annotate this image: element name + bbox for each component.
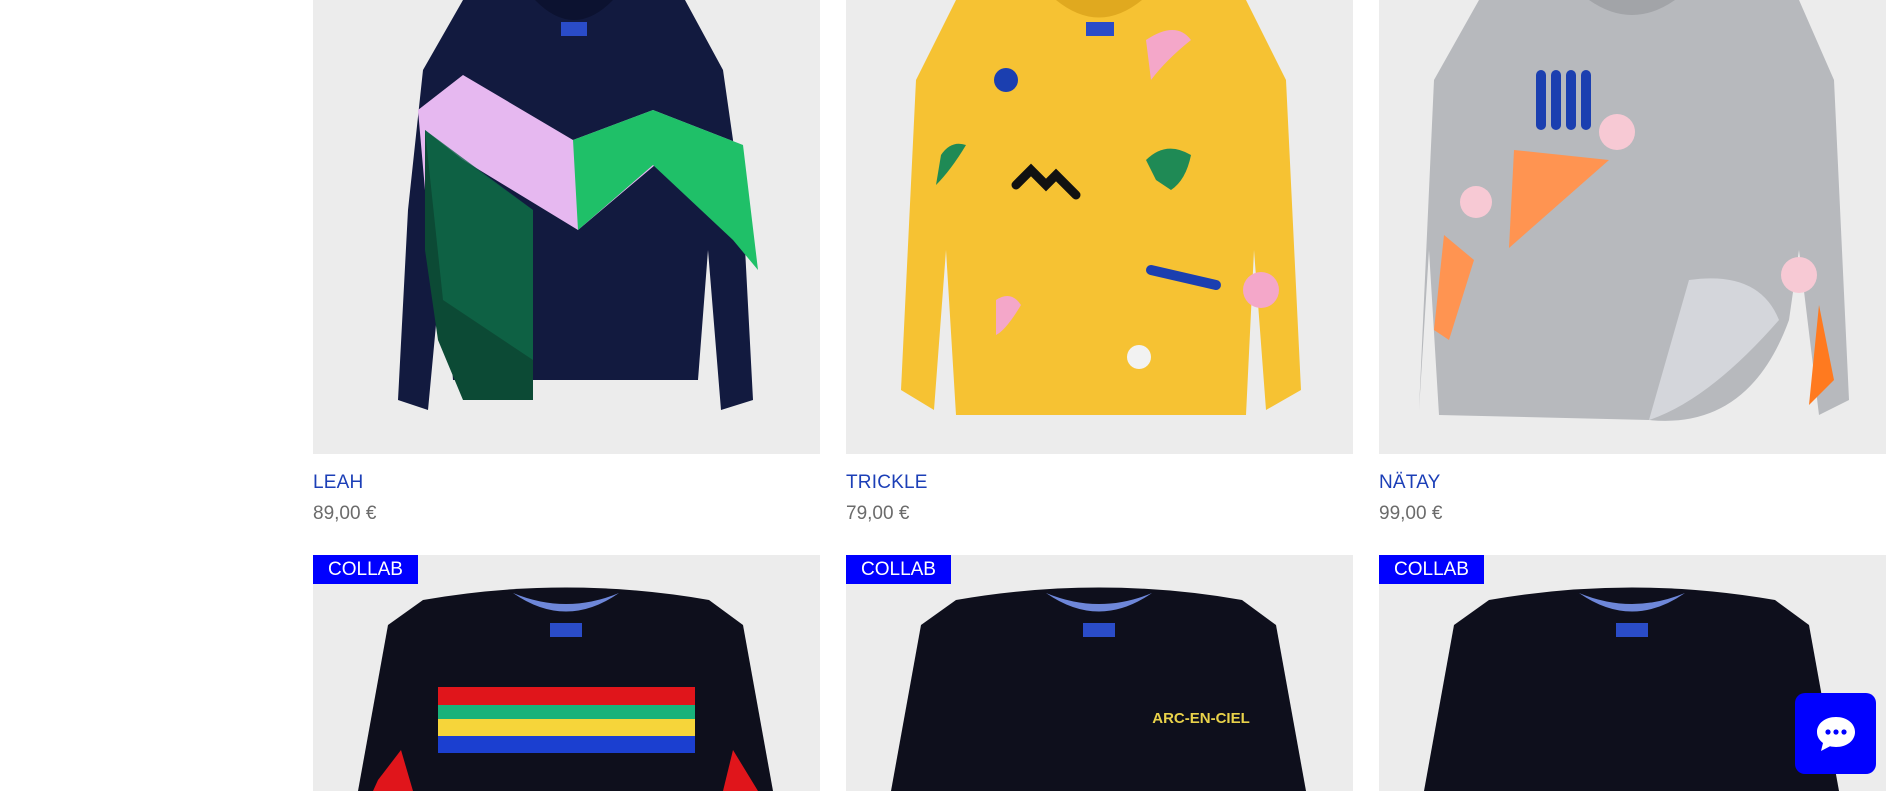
product-name[interactable]: NÄTAY (1379, 472, 1441, 494)
product-price: 79,00 € (846, 503, 910, 524)
product-image-collab-arc-en-ciel[interactable]: ARC-EN-CIEL (846, 555, 1353, 791)
embroidery-text: ARC-EN-CIEL (1152, 710, 1250, 727)
collab-ribbon: COLLAB (1379, 555, 1484, 584)
product-card-collab-stripes[interactable]: COLLAB (313, 555, 820, 791)
collab-ribbon: COLLAB (313, 555, 418, 584)
sweater-black-embroidered-image: ARC-EN-CIEL (891, 587, 1306, 791)
product-card-trickle[interactable]: TRICKLE 79,00 € (846, 0, 1353, 530)
product-image-trickle[interactable] (846, 0, 1353, 454)
product-card-collab-arc-en-ciel[interactable]: ARC-EN-CIEL COLLAB (846, 555, 1353, 791)
chat-widget-button[interactable] (1795, 693, 1876, 774)
product-image-natay[interactable] (1379, 0, 1886, 454)
product-price: 89,00 € (313, 503, 377, 524)
sweater-stripes-image (358, 587, 773, 791)
product-name[interactable]: TRICKLE (846, 472, 928, 494)
product-name[interactable]: LEAH (313, 472, 363, 494)
product-card-leah[interactable]: LEAH 89,00 € (313, 0, 820, 530)
collab-ribbon: COLLAB (846, 555, 951, 584)
product-price: 99,00 € (1379, 503, 1443, 524)
sweater-yellow-image (901, 0, 1301, 415)
product-card-natay[interactable]: NÄTAY 99,00 € (1379, 0, 1886, 530)
product-image-collab-stripes[interactable] (313, 555, 820, 791)
chat-bubble-icon (1816, 716, 1855, 751)
product-image-leah[interactable] (313, 0, 820, 454)
sweater-grey-image (1419, 0, 1849, 421)
sweater-navy-image (398, 0, 758, 410)
